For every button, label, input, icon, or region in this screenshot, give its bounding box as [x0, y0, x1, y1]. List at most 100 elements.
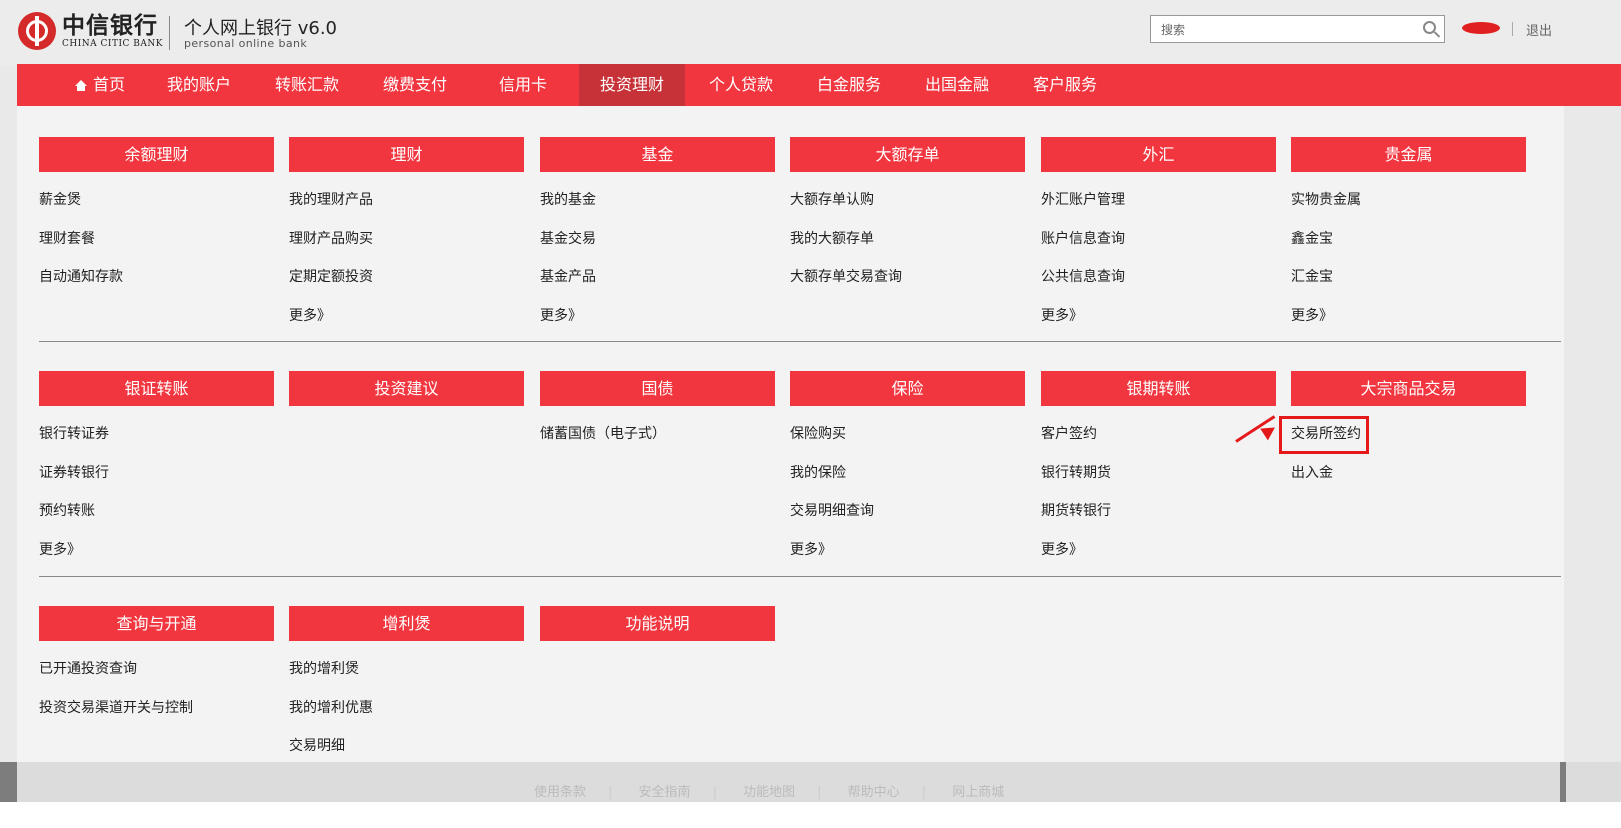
menu-link[interactable]: 已开通投资查询	[39, 652, 274, 691]
menu-link-more[interactable]: 更多》	[1041, 533, 1276, 572]
menu-link[interactable]: 薪金煲	[39, 183, 274, 222]
menu-group-title[interactable]: 功能说明	[540, 606, 775, 641]
menu-link[interactable]: 基金交易	[540, 222, 775, 261]
search-box	[1150, 15, 1445, 44]
bank-logo[interactable]: 中信银行 CHINA CITIC BANK	[18, 12, 163, 50]
menu-link[interactable]: 储蓄国债（电子式）	[540, 417, 775, 456]
menu-link[interactable]: 银行转期货	[1041, 456, 1276, 495]
footer-link[interactable]: 网上商城	[952, 785, 1004, 800]
menu-link[interactable]: 实物贵金属	[1291, 183, 1526, 222]
nav-item-overseas-finance[interactable]: 出国金融	[911, 64, 1003, 106]
menu-group-title[interactable]: 基金	[540, 137, 775, 172]
nav-item-my-account[interactable]: 我的账户	[153, 64, 245, 106]
menu-group-zenglibao: 增利煲 我的增利煲 我的增利优惠 交易明细	[289, 606, 524, 768]
menu-group-title[interactable]: 大宗商品交易	[1291, 371, 1526, 406]
menu-group-title[interactable]: 投资建议	[289, 371, 524, 406]
header-separator	[1512, 22, 1513, 36]
logo-divider	[169, 16, 170, 50]
menu-group-large-deposit: 大额存单 大额存单认购 我的大额存单 大额存单交易查询	[790, 137, 1025, 299]
menu-link[interactable]: 我的增利优惠	[289, 691, 524, 730]
menu-group-title[interactable]: 大额存单	[790, 137, 1025, 172]
footer-link[interactable]: 帮助中心	[848, 785, 900, 800]
menu-group-precious-metal: 贵金属 实物贵金属 鑫金宝 汇金宝 更多》	[1291, 137, 1526, 337]
menu-group-balance-wealth: 余额理财 薪金煲 理财套餐 自动通知存款	[39, 137, 274, 299]
menu-link[interactable]: 我的保险	[790, 456, 1025, 495]
menu-link[interactable]: 我的基金	[540, 183, 775, 222]
footer-link[interactable]: 使用条款	[534, 785, 586, 800]
menu-group-investment-advice: 投资建议	[289, 371, 524, 406]
menu-row-divider	[39, 341, 1561, 342]
menu-link-more[interactable]: 更多》	[1291, 299, 1526, 338]
menu-group-wealth-management: 理财 我的理财产品 理财产品购买 定期定额投资 更多》	[289, 137, 524, 337]
menu-link[interactable]: 期货转银行	[1041, 494, 1276, 533]
menu-link[interactable]: 外汇账户管理	[1041, 183, 1276, 222]
menu-link[interactable]: 我的理财产品	[289, 183, 524, 222]
search-input[interactable]	[1159, 16, 1413, 44]
menu-link[interactable]: 公共信息查询	[1041, 260, 1276, 299]
menu-link[interactable]: 定期定额投资	[289, 260, 524, 299]
menu-link[interactable]: 银行转证券	[39, 417, 274, 456]
menu-row-divider	[39, 576, 1561, 577]
menu-group-title[interactable]: 银证转账	[39, 371, 274, 406]
menu-link-more[interactable]: 更多》	[289, 299, 524, 338]
menu-group-title[interactable]: 保险	[790, 371, 1025, 406]
nav-item-platinum[interactable]: 白金服务	[803, 64, 895, 106]
menu-group-title[interactable]: 查询与开通	[39, 606, 274, 641]
menu-link[interactable]: 投资交易渠道开关与控制	[39, 691, 274, 730]
menu-link[interactable]: 交易明细查询	[790, 494, 1025, 533]
logo-chinese-name: 中信银行	[62, 13, 158, 39]
menu-link[interactable]: 鑫金宝	[1291, 222, 1526, 261]
menu-group-title[interactable]: 余额理财	[39, 137, 274, 172]
menu-group-insurance: 保险 保险购买 我的保险 交易明细查询 更多》	[790, 371, 1025, 571]
main-nav: 首页 我的账户 转账汇款 缴费支付 信用卡 投资理财 个人贷款 白金服务 出国金…	[17, 64, 1621, 106]
menu-group-bank-securities: 银证转账 银行转证券 证券转银行 预约转账 更多》	[39, 371, 274, 571]
menu-group-title[interactable]: 增利煲	[289, 606, 524, 641]
nav-item-investment[interactable]: 投资理财	[579, 64, 685, 106]
menu-group-title[interactable]: 理财	[289, 137, 524, 172]
menu-link[interactable]: 我的增利煲	[289, 652, 524, 691]
menu-link[interactable]: 我的大额存单	[790, 222, 1025, 261]
citic-logo-icon	[18, 12, 56, 50]
menu-group-title[interactable]: 贵金属	[1291, 137, 1526, 172]
menu-group-fund: 基金 我的基金 基金交易 基金产品 更多》	[540, 137, 775, 337]
menu-link[interactable]: 账户信息查询	[1041, 222, 1276, 261]
nav-item-customer-service[interactable]: 客户服务	[1019, 64, 1111, 106]
menu-link[interactable]: 保险购买	[790, 417, 1025, 456]
app-subtitle: personal online bank	[184, 37, 308, 50]
menu-link[interactable]: 出入金	[1291, 456, 1526, 495]
menu-link-more[interactable]: 更多》	[540, 299, 775, 338]
menu-group-title[interactable]: 国债	[540, 371, 775, 406]
footer-link[interactable]: 安全指南	[639, 785, 691, 800]
logout-link[interactable]: 退出	[1526, 20, 1552, 39]
menu-group-bank-futures: 银期转账 客户签约 银行转期货 期货转银行 更多》	[1041, 371, 1276, 571]
menu-link[interactable]: 证券转银行	[39, 456, 274, 495]
logo-english-name: CHINA CITIC BANK	[62, 39, 163, 49]
user-name-redacted	[1462, 22, 1500, 34]
menu-link[interactable]: 预约转账	[39, 494, 274, 533]
nav-item-home[interactable]: 首页	[55, 64, 145, 106]
annotation-highlight-box	[1279, 416, 1369, 454]
menu-group-query-open: 查询与开通 已开通投资查询 投资交易渠道开关与控制	[39, 606, 274, 729]
nav-item-personal-loan[interactable]: 个人贷款	[695, 64, 787, 106]
menu-link-more[interactable]: 更多》	[790, 533, 1025, 572]
nav-item-payment[interactable]: 缴费支付	[369, 64, 461, 106]
nav-item-credit-card[interactable]: 信用卡	[477, 64, 569, 106]
nav-item-transfer[interactable]: 转账汇款	[261, 64, 353, 106]
menu-group-title[interactable]: 外汇	[1041, 137, 1276, 172]
menu-link[interactable]: 汇金宝	[1291, 260, 1526, 299]
menu-link[interactable]: 自动通知存款	[39, 260, 274, 299]
menu-group-title[interactable]: 银期转账	[1041, 371, 1276, 406]
footer-right-edge	[1560, 762, 1566, 802]
search-icon[interactable]	[1423, 21, 1436, 34]
menu-link[interactable]: 理财产品购买	[289, 222, 524, 261]
menu-link[interactable]: 基金产品	[540, 260, 775, 299]
menu-group-function-description: 功能说明	[540, 606, 775, 641]
menu-link-more[interactable]: 更多》	[1041, 299, 1276, 338]
menu-link[interactable]: 理财套餐	[39, 222, 274, 261]
footer-link[interactable]: 功能地图	[743, 785, 795, 800]
menu-link[interactable]: 大额存单交易查询	[790, 260, 1025, 299]
menu-link[interactable]: 大额存单认购	[790, 183, 1025, 222]
window-bottom-strip	[0, 802, 1621, 828]
menu-link-more[interactable]: 更多》	[39, 533, 274, 572]
footer-left-edge	[0, 762, 17, 802]
